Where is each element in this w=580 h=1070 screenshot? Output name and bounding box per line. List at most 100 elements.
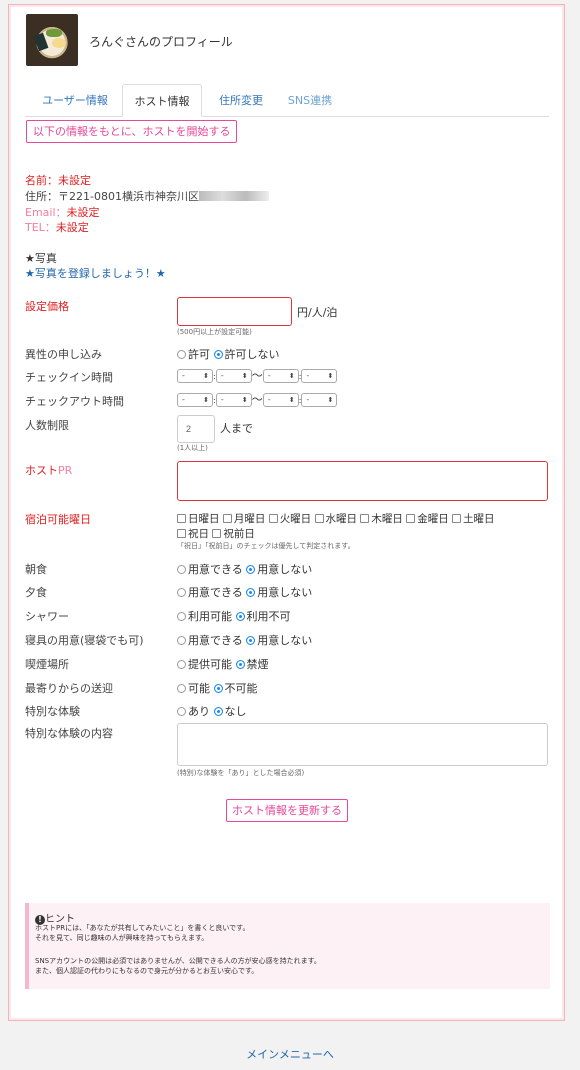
updown-icon: ⬍ bbox=[203, 396, 209, 404]
opposite-sex-allow-radio[interactable] bbox=[177, 350, 186, 359]
breakfast-yes-radio[interactable] bbox=[177, 565, 186, 574]
breakfast-no-radio[interactable] bbox=[246, 565, 256, 574]
host-pr-textarea[interactable] bbox=[177, 461, 548, 501]
checkin-end-minute-select[interactable]: - ⬍ bbox=[301, 369, 338, 383]
pickup-no-label: 不可能 bbox=[224, 682, 258, 695]
opposite-sex-deny-radio[interactable] bbox=[213, 350, 223, 359]
shower-yes-radio[interactable] bbox=[177, 612, 186, 621]
day-thu-checkbox[interactable] bbox=[360, 514, 370, 523]
checkin-start-hour-value: - bbox=[182, 371, 185, 380]
special-detail-note: (特別)な体験を「あり」とした場合必須) bbox=[177, 769, 305, 777]
start-host-button[interactable]: 以下の情報をもとに、ホストを開始する bbox=[26, 120, 238, 143]
avatar bbox=[26, 14, 78, 66]
main-menu-link[interactable]: メインメニューへ bbox=[0, 1046, 580, 1062]
breakfast-label: 朝食 bbox=[25, 563, 47, 576]
smoking-no-radio[interactable] bbox=[235, 660, 245, 669]
day-sat-label: 土曜日 bbox=[463, 513, 495, 525]
smoking-options: 提供可能 禁煙 bbox=[177, 656, 269, 672]
shower-no-radio[interactable] bbox=[235, 612, 245, 621]
special-options: あり なし bbox=[177, 703, 247, 719]
opposite-sex-options: 許可 許可しない bbox=[177, 346, 280, 362]
address-line: 住所：〒221-0801横浜市神奈川区 bbox=[25, 189, 269, 205]
profile-card: ろんぐさんのプロフィール ユーザー情報 ホスト情報 住所変更 SNS連携 以下の… bbox=[8, 4, 565, 1021]
capacity-label: 人数制限 bbox=[25, 419, 69, 432]
special-detail-textarea[interactable] bbox=[177, 723, 548, 766]
range-separator: 〜 bbox=[251, 393, 263, 406]
day-holiday-checkbox[interactable] bbox=[177, 529, 186, 538]
opposite-sex-deny-label: 許可しない bbox=[224, 348, 280, 361]
range-separator: 〜 bbox=[251, 369, 263, 382]
bedding-no-label: 用意しない bbox=[257, 634, 313, 647]
profile-title: ろんぐさんのプロフィール bbox=[89, 35, 233, 49]
opposite-sex-allow-label: 許可 bbox=[188, 348, 210, 361]
tab-host-info[interactable]: ホスト情報 bbox=[122, 84, 202, 117]
capacity-note: (1人以上) bbox=[177, 444, 208, 452]
day-sun-label: 日曜日 bbox=[188, 513, 220, 525]
hint-line-2: それを見て、同じ趣味の人が興味を持ってもらえます。 bbox=[35, 934, 209, 942]
day-mon-checkbox[interactable] bbox=[222, 514, 232, 523]
day-sun-checkbox[interactable] bbox=[177, 514, 186, 523]
address-value: 〒221-0801横浜市神奈川区 bbox=[58, 190, 199, 203]
price-input[interactable] bbox=[177, 297, 292, 326]
dinner-no-radio[interactable] bbox=[246, 588, 256, 597]
checkout-start-minute-select[interactable]: - ⬍ bbox=[215, 393, 252, 407]
checkout-end-minute-select[interactable]: - ⬍ bbox=[301, 393, 338, 407]
day-fri-label: 金曜日 bbox=[417, 513, 449, 525]
photo-heading: ★写真 bbox=[25, 252, 57, 265]
pickup-label: 最寄りからの送迎 bbox=[25, 682, 113, 695]
smoking-label: 喫煙場所 bbox=[25, 658, 69, 671]
day-wed-checkbox[interactable] bbox=[314, 514, 324, 523]
checkin-end-hour-value: - bbox=[267, 371, 271, 380]
updown-icon: ⬍ bbox=[203, 372, 209, 380]
opposite-sex-label: 異性の申し込み bbox=[25, 348, 102, 361]
breakfast-options: 用意できる 用意しない bbox=[177, 561, 312, 577]
checkin-start-minute-select[interactable]: - ⬍ bbox=[215, 369, 252, 383]
tab-sns[interactable]: SNS連携 bbox=[277, 84, 343, 117]
tel-label: TEL： bbox=[25, 221, 56, 234]
day-mon-label: 月曜日 bbox=[233, 513, 266, 525]
capacity-input[interactable] bbox=[177, 415, 215, 443]
checkin-end-hour-select[interactable]: - ⬍ bbox=[262, 369, 299, 383]
breakfast-yes-label: 用意できる bbox=[188, 563, 243, 576]
tab-address-change[interactable]: 住所変更 bbox=[207, 84, 275, 117]
day-tue-checkbox[interactable] bbox=[268, 514, 278, 523]
checkin-label: チェックイン時間 bbox=[25, 371, 113, 384]
checkout-end-hour-value: - bbox=[267, 395, 271, 404]
checkin-selects: - ⬍: - ⬍ 〜 - ⬍: - ⬍ bbox=[177, 367, 338, 383]
pickup-yes-radio[interactable] bbox=[177, 684, 186, 693]
checkout-end-hour-select[interactable]: - ⬍ bbox=[262, 393, 299, 407]
checkin-start-hour-select[interactable]: - ⬍ bbox=[177, 369, 213, 383]
shower-no-label: 利用不可 bbox=[246, 610, 291, 623]
update-host-button[interactable]: ホスト情報を更新する bbox=[226, 799, 348, 822]
price-note: (500円以上が設定可能) bbox=[177, 328, 252, 336]
special-no-radio[interactable] bbox=[213, 707, 223, 716]
bedding-yes-radio[interactable] bbox=[177, 636, 186, 645]
dinner-no-label: 用意しない bbox=[257, 586, 313, 599]
updown-icon: ⬍ bbox=[288, 396, 295, 404]
dinner-yes-radio[interactable] bbox=[177, 588, 186, 597]
shower-yes-label: 利用可能 bbox=[188, 610, 232, 623]
dinner-yes-label: 用意できる bbox=[188, 586, 243, 599]
pickup-no-radio[interactable] bbox=[213, 684, 223, 693]
special-label: 特別な体験 bbox=[25, 705, 80, 718]
photo-register-link[interactable]: ★写真を登録しましょう！★ bbox=[25, 266, 166, 282]
email-label: Email： bbox=[25, 206, 67, 219]
tab-user-info[interactable]: ユーザー情報 bbox=[33, 84, 117, 117]
host-pr-label-main: ホスト bbox=[25, 464, 58, 477]
special-detail-label: 特別な体験の内容 bbox=[25, 727, 113, 740]
checkout-start-hour-select[interactable]: - ⬍ bbox=[177, 393, 213, 407]
day-pre-holiday-checkbox[interactable] bbox=[212, 529, 222, 538]
bedding-yes-label: 用意できる bbox=[188, 634, 243, 647]
day-fri-checkbox[interactable] bbox=[406, 514, 416, 523]
day-pre-holiday-label: 祝前日 bbox=[223, 528, 255, 540]
special-yes-label: あり bbox=[188, 705, 210, 718]
bedding-no-radio[interactable] bbox=[246, 636, 256, 645]
smoking-yes-radio[interactable] bbox=[177, 660, 186, 669]
special-yes-radio[interactable] bbox=[177, 707, 186, 716]
days-row-1: 日曜日 月曜日 火曜日 水曜日 木曜日 金曜日 土曜日 bbox=[177, 511, 495, 526]
avatar-egg bbox=[52, 38, 66, 48]
pickup-yes-label: 可能 bbox=[188, 682, 210, 695]
tel-value: 未設定 bbox=[55, 221, 89, 234]
day-sat-checkbox[interactable] bbox=[452, 514, 462, 523]
special-no-label: なし bbox=[224, 705, 247, 718]
